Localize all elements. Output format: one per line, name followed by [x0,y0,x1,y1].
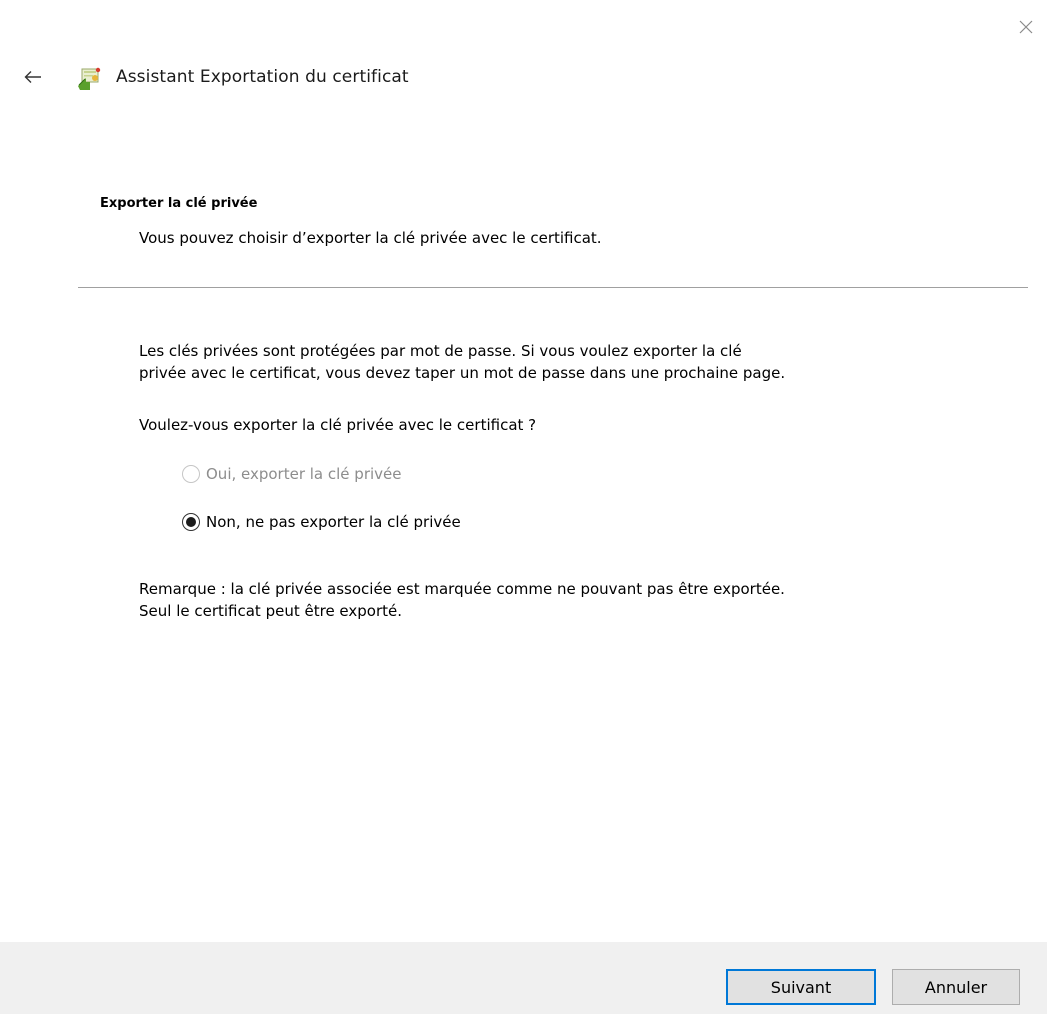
info-paragraph: Les clés privées sont protégées par mot … [139,342,786,382]
back-button[interactable] [20,64,46,90]
export-question: Voulez-vous exporter la clé privée avec … [139,416,537,434]
section-description: Vous pouvez choisir d’exporter la clé pr… [139,229,602,247]
arrow-left-icon [24,71,41,83]
section-heading: Exporter la clé privée [100,196,258,211]
radio-button-yes[interactable] [182,465,200,483]
next-button[interactable]: Suivant [726,969,876,1005]
radio-button-no[interactable] [182,513,200,531]
wizard-footer: Suivant Annuler [0,942,1047,1014]
remark-note: Remarque : la clé privée associée est ma… [139,580,785,620]
wizard-title: Assistant Exportation du certificat [116,67,409,87]
radio-option-no[interactable]: Non, ne pas exporter la clé privée [182,513,461,531]
radio-label-no: Non, ne pas exporter la clé privée [206,513,461,531]
header-divider [78,287,1028,288]
close-button[interactable] [1015,16,1037,38]
cancel-button[interactable]: Annuler [892,969,1020,1005]
wizard-header: Assistant Exportation du certificat [20,60,409,94]
info-text-block: Les clés privées sont protégées par mot … [139,340,1019,384]
radio-option-yes[interactable]: Oui, exporter la clé privée [182,465,402,483]
radio-label-yes: Oui, exporter la clé privée [206,465,402,483]
close-icon [1019,20,1033,34]
certificate-wizard-icon [78,67,101,90]
radio-selected-dot [186,517,196,527]
